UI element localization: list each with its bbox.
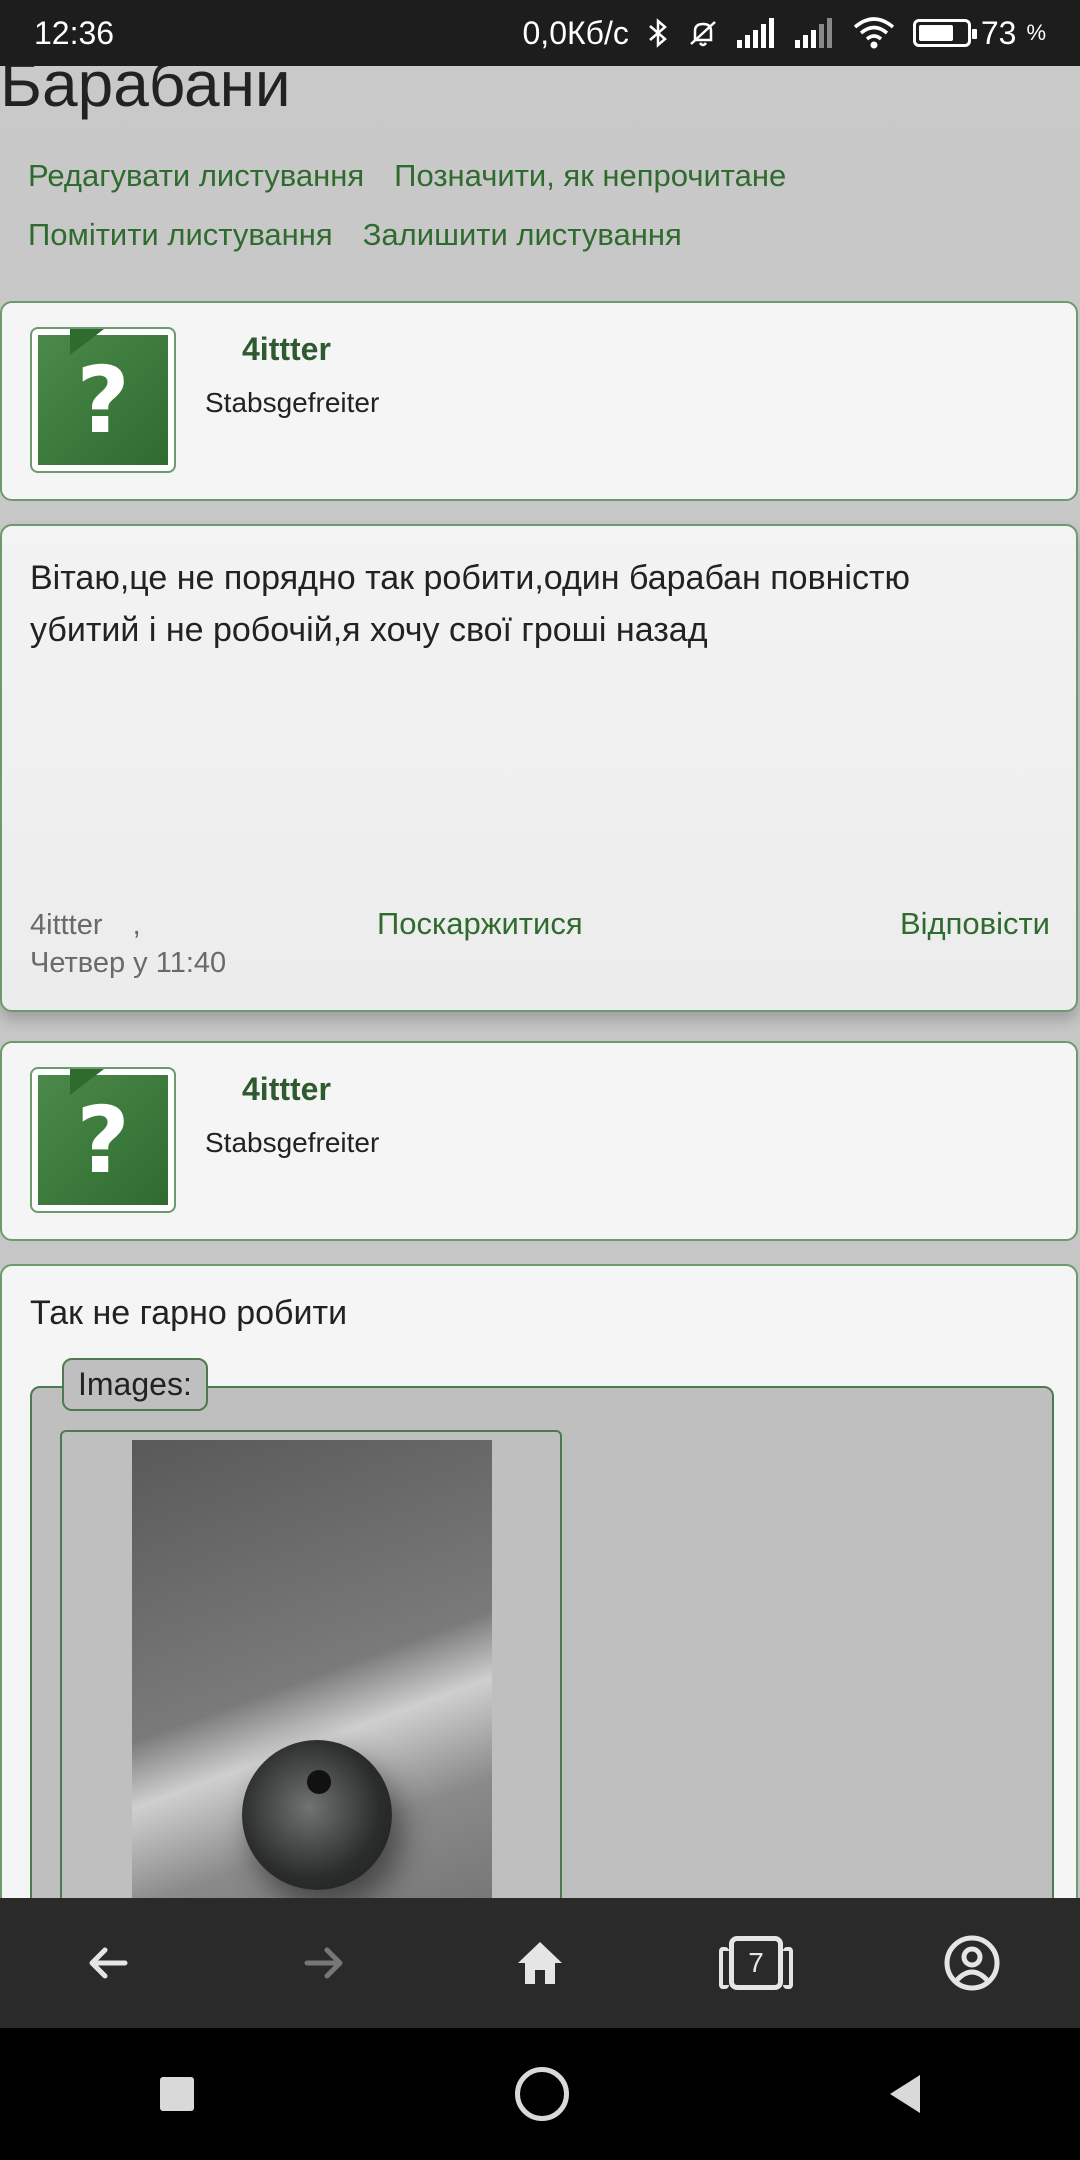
post-card: Так не гарно робити Images: [0, 1264, 1078, 1898]
network-speed: 0,0Кб/с [522, 14, 629, 51]
home-icon[interactable] [500, 1923, 580, 2003]
mark-unread-link[interactable]: Позначити, як непрочитане [394, 158, 786, 194]
system-nav-bar [0, 2028, 1080, 2160]
status-bar: 12:36 0,0Кб/с 73% [0, 0, 1080, 66]
post-card: Вітаю,це не порядно так робити,один бара… [0, 524, 1078, 1012]
home-nav-icon[interactable] [514, 2067, 569, 2121]
attachments-legend: Images: [62, 1358, 208, 1411]
status-icons: 0,0Кб/с 73% [523, 15, 1047, 52]
wifi-icon [853, 17, 895, 49]
author-rank: Stabsgefreiter [205, 387, 380, 418]
author-username[interactable]: 4ittter [242, 331, 331, 368]
reply-link[interactable]: Відповісти [900, 906, 1050, 942]
drum-part-hole [307, 1770, 331, 1794]
unknown-avatar-icon: ? [38, 1069, 168, 1205]
forward-icon[interactable] [284, 1923, 364, 2003]
bluetooth-icon [647, 17, 669, 49]
avatar[interactable]: ? [30, 327, 176, 473]
battery-percent: 73 [980, 14, 1017, 51]
leave-conversation-link[interactable]: Залишити листування [363, 217, 682, 253]
avatar[interactable]: ? [30, 1067, 176, 1213]
author-username[interactable]: 4ittter [242, 1071, 331, 1108]
post-meta: 4ittter , Четвер у 11:40 [30, 906, 226, 982]
attachment-thumbnail-frame[interactable] [60, 1430, 562, 1898]
author-card: ? 4ittter Stabsgefreiter [0, 1041, 1078, 1241]
tab-count: 7 [719, 1936, 793, 1990]
page-content[interactable]: Барабани Редагувати листування Позначити… [0, 66, 1080, 1898]
author-card: ? 4ittter Stabsgefreiter [0, 301, 1078, 501]
post-text: Так не гарно робити [30, 1294, 348, 1332]
battery-icon: 73% [912, 14, 1046, 52]
back-icon[interactable] [68, 1923, 148, 2003]
tabs-icon[interactable]: 7 [716, 1923, 796, 2003]
status-time: 12:36 [34, 14, 115, 51]
browser-toolbar: 7 [0, 1898, 1080, 2028]
post-timestamp[interactable]: Четвер у 11:40 [30, 947, 226, 979]
signal-icon [736, 18, 777, 48]
unknown-avatar-icon: ? [38, 329, 168, 465]
edit-conversation-link[interactable]: Редагувати листування [28, 158, 364, 194]
attachments-fieldset: Images: [30, 1358, 1054, 1898]
post-meta-separator: , [132, 909, 141, 941]
post-meta-user[interactable]: 4ittter [30, 909, 103, 941]
page-title: Барабани [0, 66, 291, 120]
attachment-image[interactable] [132, 1440, 492, 1898]
thread-actions: Редагувати листування Позначити, як непр… [28, 158, 1058, 276]
report-link[interactable]: Поскаржитися [377, 906, 583, 942]
flag-conversation-link[interactable]: Помітити листування [28, 217, 333, 253]
signal-icon [794, 18, 835, 48]
author-rank: Stabsgefreiter [205, 1127, 380, 1158]
mute-icon [687, 17, 719, 49]
back-nav-icon[interactable] [889, 2075, 920, 2113]
post-text: Вітаю,це не порядно так робити,один бара… [30, 559, 911, 649]
drum-part-shape [242, 1740, 392, 1890]
recents-icon[interactable] [160, 2077, 195, 2111]
account-icon[interactable] [932, 1923, 1012, 2003]
battery-unit: % [1026, 20, 1046, 45]
